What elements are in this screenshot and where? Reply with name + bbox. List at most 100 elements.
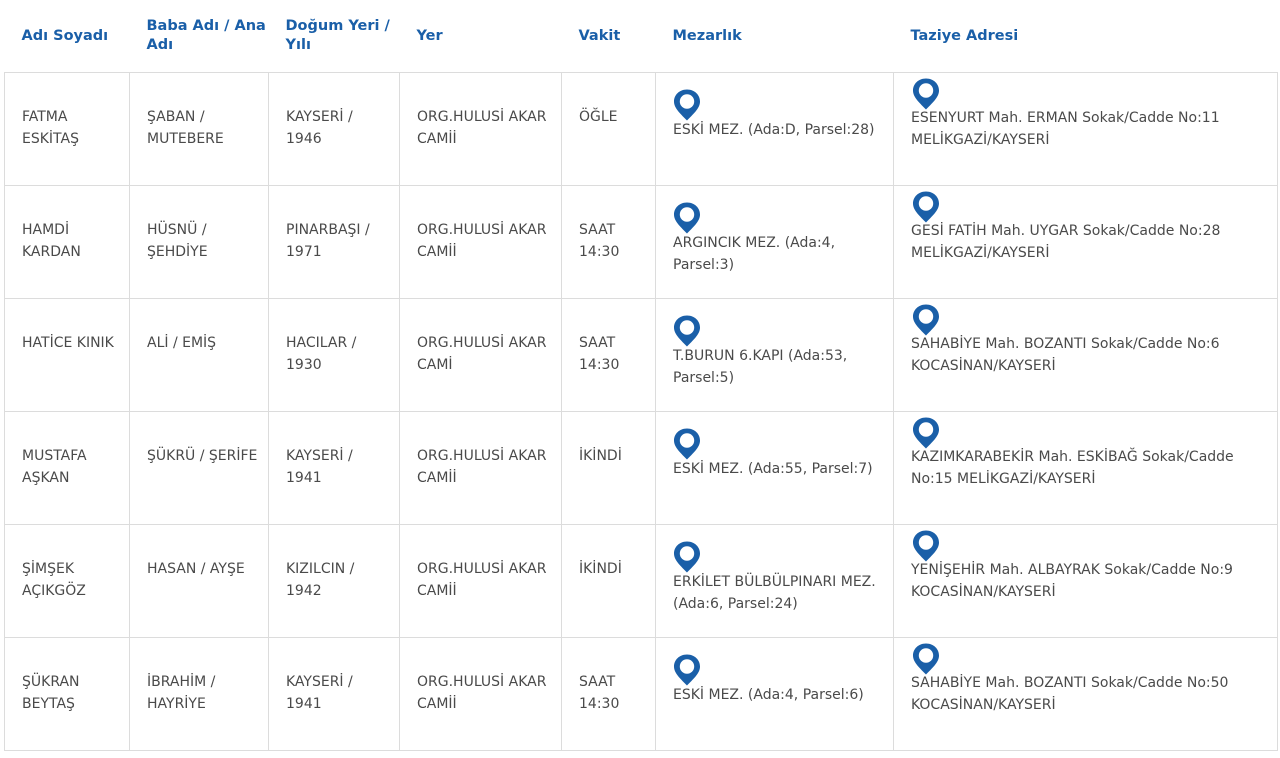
- condolence-address[interactable]: SAHABİYE Mah. BOZANTI Sokak/Cadde No:50 …: [911, 672, 1269, 716]
- map-pin-icon[interactable]: [672, 314, 702, 348]
- cemetery-name[interactable]: ERKİLET BÜLBÜLPINARI MEZ. (Ada:6, Parsel…: [673, 571, 885, 615]
- funeral-place: ORG.HULUSİ AKAR CAMİİ: [417, 561, 547, 599]
- obituary-list: Adı Soyadı Baba Adı / Ana Adı Doğum Yeri…: [0, 0, 1280, 758]
- place-cell: ORG.HULUSİ AKAR CAMİİ: [399, 72, 562, 186]
- map-pin-icon[interactable]: [911, 190, 941, 224]
- header-birth: Doğum Yeri / Yılı: [285, 18, 390, 53]
- funeral-time: ÖĞLE: [579, 109, 618, 125]
- cemetery-cell: ARGINCIK MEZ. (Ada:4, Parsel:3): [655, 185, 894, 299]
- table-header: Adı Soyadı Baba Adı / Ana Adı Doğum Yeri…: [5, 0, 1278, 73]
- parents-names: HASAN / AYŞE: [147, 561, 245, 577]
- cemetery-name[interactable]: T.BURUN 6.KAPI (Ada:53, Parsel:5): [673, 345, 885, 389]
- parents-cell: HASAN / AYŞE: [129, 524, 269, 638]
- name-cell: FATMA ESKİTAŞ: [4, 72, 130, 186]
- header-cemetery: Mezarlık: [672, 27, 742, 44]
- place-cell: ORG.HULUSİ AKAR CAMİ: [399, 298, 562, 412]
- time-cell: SAAT 14:30: [561, 185, 656, 299]
- funeral-place: ORG.HULUSİ AKAR CAMİİ: [417, 674, 547, 712]
- table-body: FATMA ESKİTAŞ ŞABAN / MUTEBERE KAYSERİ /…: [4, 72, 1278, 751]
- birth-cell: KAYSERİ / 1941: [268, 637, 400, 751]
- address-cell: KAZIMKARABEKİR Mah. ESKİBAĞ Sokak/Cadde …: [893, 411, 1278, 525]
- map-pin-icon[interactable]: [672, 88, 702, 122]
- cemetery-cell: ESKİ MEZ. (Ada:D, Parsel:28): [655, 72, 894, 186]
- condolence-address[interactable]: SAHABİYE Mah. BOZANTI Sokak/Cadde No:6 K…: [911, 333, 1269, 377]
- condolence-address[interactable]: ESENYURT Mah. ERMAN Sokak/Cadde No:11 ME…: [911, 107, 1269, 151]
- table-row: MUSTAFA AŞKAN ŞÜKRÜ / ŞERİFE KAYSERİ / 1…: [4, 411, 1278, 525]
- birth-cell: KAYSERİ / 1941: [268, 411, 400, 525]
- funeral-time: SAAT 14:30: [579, 222, 620, 260]
- map-pin-icon[interactable]: [911, 529, 941, 563]
- deceased-name: HAMDİ KARDAN: [22, 222, 81, 260]
- parents-cell: HÜSNÜ / ŞEHDİYE: [129, 185, 269, 299]
- map-pin-icon[interactable]: [911, 416, 941, 450]
- birth-place-year: KAYSERİ / 1946: [286, 109, 353, 147]
- table-row: HAMDİ KARDAN HÜSNÜ / ŞEHDİYE PINARBAŞI /…: [4, 185, 1278, 299]
- place-cell: ORG.HULUSİ AKAR CAMİİ: [399, 637, 562, 751]
- map-pin-icon[interactable]: [911, 303, 941, 337]
- birth-place-year: KAYSERİ / 1941: [286, 448, 353, 486]
- parents-cell: ŞABAN / MUTEBERE: [129, 72, 269, 186]
- cemetery-cell: ESKİ MEZ. (Ada:55, Parsel:7): [655, 411, 894, 525]
- place-cell: ORG.HULUSİ AKAR CAMİİ: [399, 411, 562, 525]
- time-cell: İKİNDİ: [561, 411, 656, 525]
- birth-cell: KIZILCIN / 1942: [268, 524, 400, 638]
- name-cell: MUSTAFA AŞKAN: [4, 411, 130, 525]
- header-address: Taziye Adresi: [910, 27, 1019, 44]
- deceased-name: FATMA ESKİTAŞ: [22, 109, 79, 147]
- address-cell: ESENYURT Mah. ERMAN Sokak/Cadde No:11 ME…: [893, 72, 1278, 186]
- parents-cell: ŞÜKRÜ / ŞERİFE: [129, 411, 269, 525]
- map-pin-icon[interactable]: [672, 540, 702, 574]
- cemetery-name[interactable]: ESKİ MEZ. (Ada:4, Parsel:6): [673, 684, 885, 706]
- address-cell: YENİŞEHİR Mah. ALBAYRAK Sokak/Cadde No:9…: [893, 524, 1278, 638]
- cemetery-name[interactable]: ARGINCIK MEZ. (Ada:4, Parsel:3): [673, 232, 885, 276]
- address-cell: SAHABİYE Mah. BOZANTI Sokak/Cadde No:50 …: [893, 637, 1278, 751]
- name-cell: ŞİMŞEK AÇIKGÖZ: [4, 524, 130, 638]
- parents-names: ALİ / EMİŞ: [147, 335, 217, 351]
- parents-names: ŞABAN / MUTEBERE: [147, 109, 224, 147]
- birth-cell: KAYSERİ / 1946: [268, 72, 400, 186]
- birth-cell: HACILAR / 1930: [268, 298, 400, 412]
- funeral-time: SAAT 14:30: [579, 335, 620, 373]
- name-cell: ŞÜKRAN BEYTAŞ: [4, 637, 130, 751]
- parents-names: HÜSNÜ / ŞEHDİYE: [147, 222, 208, 260]
- birth-place-year: HACILAR / 1930: [286, 335, 357, 373]
- funeral-time: İKİNDİ: [579, 561, 622, 577]
- funeral-time: SAAT 14:30: [579, 674, 620, 712]
- map-pin-icon[interactable]: [672, 653, 702, 687]
- parents-names: İBRAHİM / HAYRİYE: [147, 674, 216, 712]
- name-cell: HAMDİ KARDAN: [4, 185, 130, 299]
- funeral-place: ORG.HULUSİ AKAR CAMİİ: [417, 222, 547, 260]
- parents-cell: ALİ / EMİŞ: [129, 298, 269, 412]
- condolence-address[interactable]: KAZIMKARABEKİR Mah. ESKİBAĞ Sokak/Cadde …: [911, 446, 1269, 490]
- parents-cell: İBRAHİM / HAYRİYE: [129, 637, 269, 751]
- deceased-name: ŞİMŞEK AÇIKGÖZ: [22, 561, 86, 599]
- table-row: ŞÜKRAN BEYTAŞ İBRAHİM / HAYRİYE KAYSERİ …: [4, 637, 1278, 751]
- birth-place-year: KAYSERİ / 1941: [286, 674, 353, 712]
- header-parents: Baba Adı / Ana Adı: [146, 18, 266, 53]
- condolence-address[interactable]: YENİŞEHİR Mah. ALBAYRAK Sokak/Cadde No:9…: [911, 559, 1269, 603]
- map-pin-icon[interactable]: [911, 77, 941, 111]
- birth-place-year: PINARBAŞI / 1971: [286, 222, 370, 260]
- obituary-table: Adı Soyadı Baba Adı / Ana Adı Doğum Yeri…: [4, 0, 1278, 751]
- birth-cell: PINARBAŞI / 1971: [268, 185, 400, 299]
- funeral-place: ORG.HULUSİ AKAR CAMİİ: [417, 109, 547, 147]
- place-cell: ORG.HULUSİ AKAR CAMİİ: [399, 185, 562, 299]
- funeral-time: İKİNDİ: [579, 448, 622, 464]
- cemetery-name[interactable]: ESKİ MEZ. (Ada:D, Parsel:28): [673, 119, 885, 141]
- cemetery-cell: ERKİLET BÜLBÜLPINARI MEZ. (Ada:6, Parsel…: [655, 524, 894, 638]
- map-pin-icon[interactable]: [672, 427, 702, 461]
- deceased-name: ŞÜKRAN BEYTAŞ: [22, 674, 80, 712]
- address-cell: GESİ FATİH Mah. UYGAR Sokak/Cadde No:28 …: [893, 185, 1278, 299]
- parents-names: ŞÜKRÜ / ŞERİFE: [147, 448, 258, 464]
- cemetery-cell: T.BURUN 6.KAPI (Ada:53, Parsel:5): [655, 298, 894, 412]
- condolence-address[interactable]: GESİ FATİH Mah. UYGAR Sokak/Cadde No:28 …: [911, 220, 1269, 264]
- map-pin-icon[interactable]: [672, 201, 702, 235]
- funeral-place: ORG.HULUSİ AKAR CAMİ: [417, 335, 547, 373]
- map-pin-icon[interactable]: [911, 642, 941, 676]
- deceased-name: MUSTAFA AŞKAN: [22, 448, 87, 486]
- time-cell: SAAT 14:30: [561, 298, 656, 412]
- time-cell: İKİNDİ: [561, 524, 656, 638]
- birth-place-year: KIZILCIN / 1942: [286, 561, 355, 599]
- cemetery-name[interactable]: ESKİ MEZ. (Ada:55, Parsel:7): [673, 458, 885, 480]
- header-place: Yer: [416, 27, 443, 44]
